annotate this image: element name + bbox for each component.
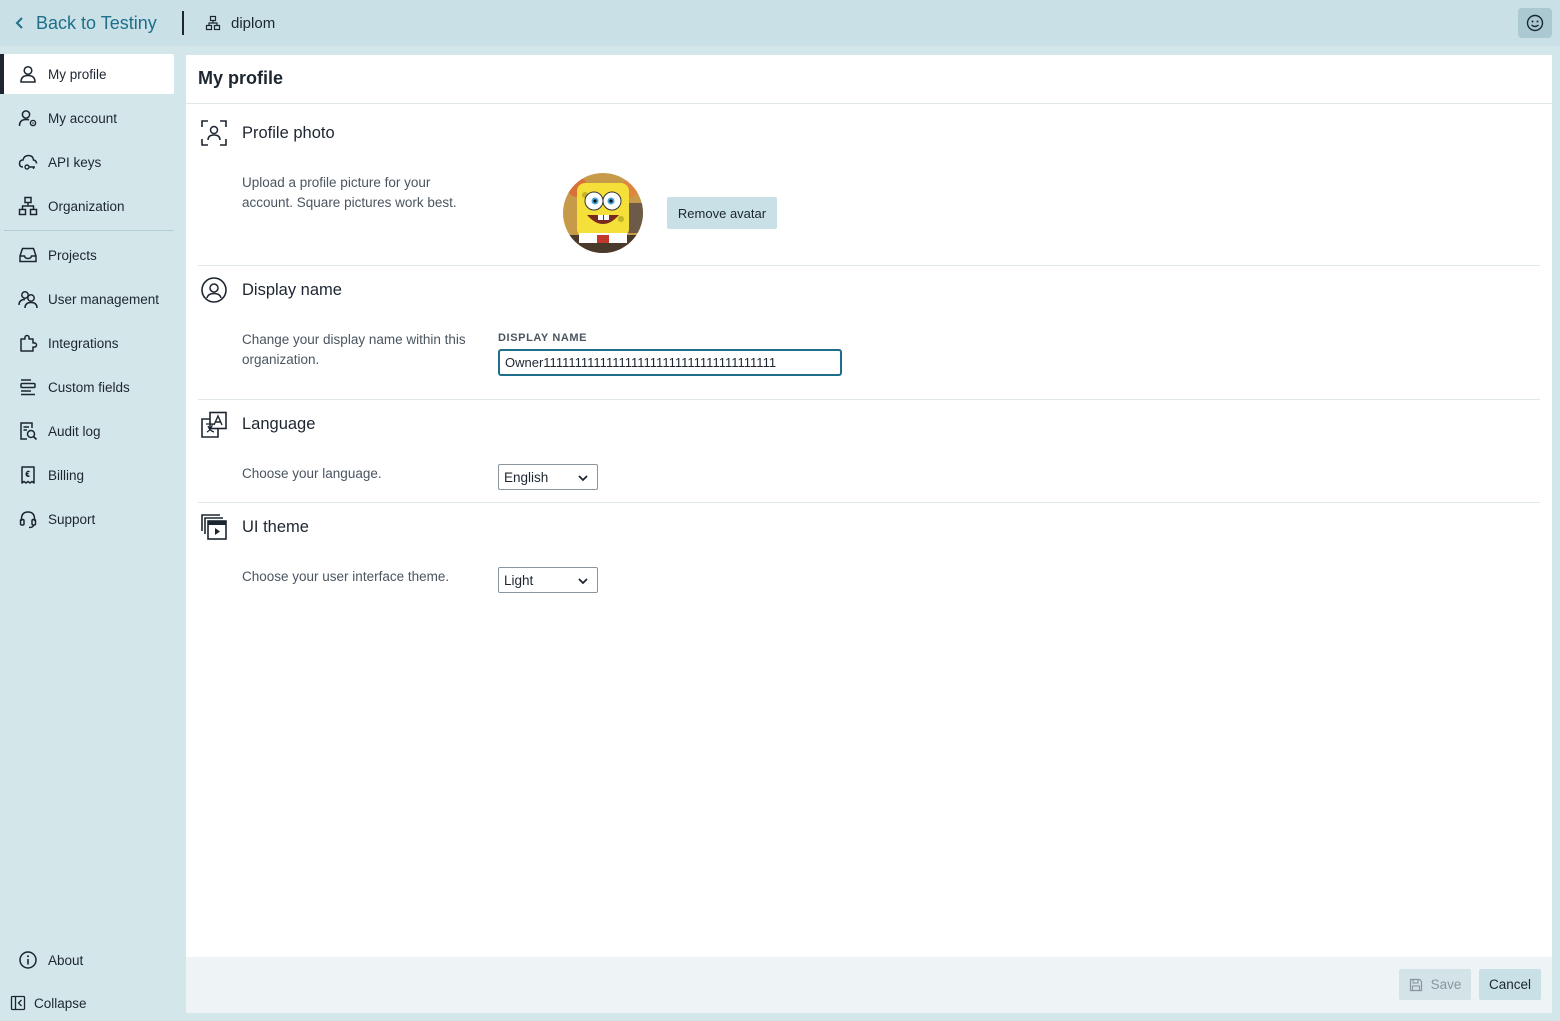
cancel-button[interactable]: Cancel (1479, 969, 1541, 1000)
translate-icon (201, 411, 227, 438)
section-title-language: Language (242, 415, 316, 433)
user-icon (20, 65, 36, 83)
receipt-icon (21, 466, 35, 484)
language-select-value: English (504, 469, 549, 485)
sidebar-item-user-management[interactable]: User management (4, 279, 174, 319)
form-footer: Save Cancel (186, 957, 1552, 1013)
sidebar-item-label: API keys (48, 154, 102, 170)
sidebar-item-label: Billing (48, 467, 85, 483)
title-divider (186, 103, 1552, 104)
collapse-label: Collapse (34, 995, 87, 1011)
theme-select-value: Light (504, 572, 534, 588)
sidebar-item-my-profile[interactable]: My profile (0, 54, 174, 94)
sidebar-item-label: Projects (48, 247, 97, 263)
display-name-input[interactable] (498, 349, 842, 376)
user-menu-button[interactable] (1518, 8, 1552, 38)
sidebar-item-label: About (48, 952, 84, 968)
sidebar-item-label: My account (48, 110, 118, 126)
top-bar: Back to Testiny diplom (0, 0, 1560, 46)
chevron-left-icon (15, 17, 23, 29)
sidebar-item-my-account[interactable]: My account (4, 98, 174, 138)
face-scan-icon (201, 120, 227, 146)
remove-avatar-button[interactable]: Remove avatar (667, 197, 777, 229)
sidebar-item-organization[interactable]: Organization (4, 186, 174, 226)
sidebar-item-custom-fields[interactable]: Custom fields (4, 367, 174, 407)
headset-icon (19, 511, 37, 529)
section-title-display-name: Display name (242, 281, 342, 299)
section-divider (198, 265, 1540, 266)
org-name: diplom (231, 14, 276, 32)
section-divider (198, 399, 1540, 400)
theme-windows-icon (201, 514, 227, 540)
sidebar-divider (4, 230, 174, 231)
sidebar-item-integrations[interactable]: Integrations (4, 323, 174, 363)
sidebar-item-label: User management (48, 291, 160, 307)
organization-switcher[interactable]: diplom (205, 12, 275, 34)
avatar[interactable] (563, 173, 643, 253)
avatar-image (563, 173, 643, 253)
org-tree-icon (205, 15, 221, 31)
user-settings-icon (18, 110, 37, 127)
puzzle-icon (20, 334, 38, 352)
section-description-language: Choose your language. (242, 466, 382, 481)
section-title-ui-theme: UI theme (242, 518, 309, 536)
fields-icon (20, 379, 36, 396)
sidebar-item-about[interactable]: About (4, 940, 174, 980)
section-divider (198, 502, 1540, 503)
sidebar-item-label: Custom fields (48, 379, 130, 395)
chevron-down-icon (578, 578, 588, 585)
sidebar-item-label: Organization (48, 198, 125, 214)
sidebar-item-label: My profile (48, 66, 107, 82)
save-button[interactable]: Save (1399, 969, 1471, 1000)
theme-select[interactable]: Light (498, 567, 598, 593)
users-icon (18, 291, 38, 309)
cloud-key-icon (18, 154, 38, 170)
sidebar: My profile My account API keys Organizat… (0, 46, 186, 1021)
page-title: My profile (198, 68, 284, 88)
topbar-divider (182, 11, 184, 35)
main-panel: My profile Profile photo Upload a profil… (186, 55, 1552, 1013)
sidebar-item-label: Audit log (48, 423, 101, 439)
audit-search-icon (20, 422, 38, 441)
info-icon (19, 951, 37, 969)
org-tree-icon (18, 196, 38, 216)
inbox-icon (19, 247, 37, 263)
chevron-down-icon (578, 475, 588, 482)
back-link-label: Back to Testiny (36, 12, 157, 33)
sidebar-item-label: Integrations (48, 335, 119, 351)
section-description-ui-theme: Choose your user interface theme. (242, 569, 450, 584)
section-title-profile-photo: Profile photo (242, 124, 335, 142)
user-circle-icon (201, 277, 227, 303)
section-description-display-name: Change your display name within this org… (242, 332, 466, 367)
smiley-face-icon (1526, 14, 1544, 32)
language-select[interactable]: English (498, 464, 598, 490)
sidebar-item-projects[interactable]: Projects (4, 235, 174, 275)
sidebar-item-billing[interactable]: Billing (4, 455, 174, 495)
collapse-panel-icon (10, 995, 26, 1011)
sidebar-item-audit-log[interactable]: Audit log (4, 411, 174, 451)
section-description-profile-photo: Upload a profile picture for your accoun… (242, 175, 457, 210)
back-to-testiny-link[interactable]: Back to Testiny (12, 10, 157, 36)
display-name-label: DISPLAY NAME (498, 332, 588, 344)
sidebar-item-label: Support (48, 511, 96, 527)
sidebar-item-api-keys[interactable]: API keys (4, 142, 174, 182)
save-button-label: Save (1430, 977, 1462, 992)
sidebar-item-support[interactable]: Support (4, 499, 174, 539)
floppy-disk-icon (1409, 978, 1422, 991)
collapse-sidebar-button[interactable]: Collapse (10, 992, 87, 1014)
